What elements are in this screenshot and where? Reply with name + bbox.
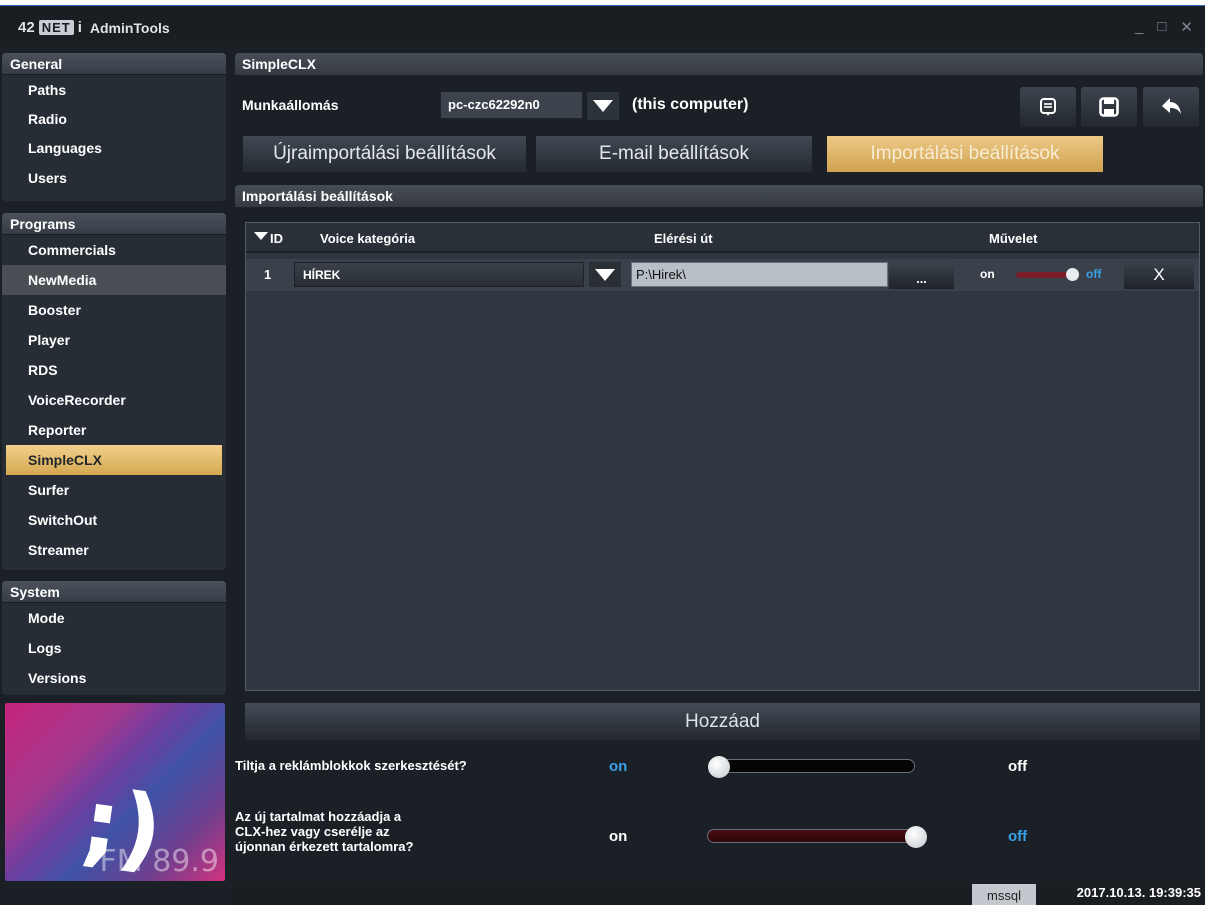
sidebar-item-player[interactable]: Player [2,325,226,355]
sidebar-item-users[interactable]: Users [2,163,226,193]
status-timestamp: 2017.10.13. 19:39:35 [1076,885,1201,900]
toggle-knob[interactable] [1066,268,1079,281]
nav-group-programs: Programs Commercials NewMedia Booster Pl… [2,213,226,570]
column-header-path[interactable]: Elérési út [654,231,713,246]
sidebar-item-commercials[interactable]: Commercials [2,235,226,265]
column-header-action[interactable]: Művelet [989,231,1037,246]
option1-off-label: off [1008,758,1028,775]
row-off-label: off [1086,267,1102,281]
delete-row-button[interactable]: X [1124,261,1194,289]
sidebar-item-streamer[interactable]: Streamer [2,535,226,565]
workstation-select[interactable]: pc-czc62292n0 [440,91,583,119]
sidebar-item-rds[interactable]: RDS [2,355,226,385]
sidebar-item-surfer[interactable]: Surfer [2,475,226,505]
chevron-down-icon [593,100,613,112]
sort-down-icon[interactable] [254,232,268,240]
close-icon[interactable]: ✕ [1180,18,1193,36]
notes-icon [1040,98,1056,116]
logo-number: 42 [18,19,35,36]
workstation-dropdown-button[interactable] [587,92,619,120]
option2-off-label: off [1008,828,1028,845]
nav-group-title: System [2,581,226,603]
station-logo-image: ;) FM 89.9 [5,703,225,881]
nav-group-title: Programs [2,213,226,235]
option1-toggle[interactable] [708,756,915,778]
minimize-icon[interactable]: _ [1135,18,1143,36]
sidebar-item-paths[interactable]: Paths [2,75,226,104]
workstation-label: Munkaállomás [242,97,339,113]
table-row: 1 HÍREK P:\Hirek\ ... on off X [246,259,1199,291]
database-badge: mssql [972,884,1036,905]
option1-on-label: on [609,758,628,775]
option-label-block-editing: Tiltja a reklámblokkok szerkesztését? [235,758,467,773]
option2-on-label: on [609,828,628,845]
chevron-down-icon [595,268,615,281]
column-header-voice[interactable]: Voice kategória [320,231,415,246]
logo-net: NET [38,20,74,35]
sidebar-item-versions[interactable]: Versions [2,663,226,693]
app-logo: 42 NET i AdminTools [18,19,170,36]
app-window: 42 NET i AdminTools _ □ ✕ General Paths … [0,5,1205,905]
nav-group-system: System Mode Logs Versions [2,581,226,695]
nav-group-title: General [2,53,226,75]
add-button[interactable]: Hozzáad [245,703,1200,740]
sidebar-item-switchout[interactable]: SwitchOut [2,505,226,535]
station-frequency: FM 89.9 [99,844,219,879]
app-title: AdminTools [89,19,170,36]
save-button[interactable] [1081,87,1137,127]
workstation-note: (this computer) [632,96,749,113]
column-header-id[interactable]: ID [270,231,283,246]
title-bar: 42 NET i AdminTools _ □ ✕ [0,6,1205,46]
sidebar-item-newmedia[interactable]: NewMedia [2,265,226,295]
option2-toggle[interactable] [707,826,927,848]
browse-button[interactable]: ... [889,262,954,289]
voice-category-dropdown-button[interactable] [589,262,621,287]
row-toggle[interactable] [1016,268,1079,281]
sidebar-item-languages[interactable]: Languages [2,133,226,163]
window-controls: _ □ ✕ [1135,18,1193,36]
sidebar: General Paths Radio Languages Users Prog… [0,53,230,905]
sidebar-item-reporter[interactable]: Reporter [2,415,226,445]
sidebar-item-logs[interactable]: Logs [2,633,226,663]
back-button[interactable] [1143,87,1199,127]
row-on-label: on [980,267,995,281]
logo-i: i [77,19,82,36]
sidebar-item-radio[interactable]: Radio [2,104,226,133]
section-title: Importálási beállítások [235,185,1203,207]
table-header: ID Voice kategória Elérési út Művelet [246,223,1199,253]
row-id: 1 [264,267,272,282]
voice-category-select[interactable]: HÍREK [294,262,584,287]
option-label-replace-content: Az új tartalmat hozzáadja a CLX-hez vagy… [235,809,414,854]
import-table: ID Voice kategória Elérési út Művelet 1 … [245,222,1200,691]
sidebar-item-mode[interactable]: Mode [2,603,226,633]
save-icon [1099,97,1119,117]
tab-import-settings[interactable]: Importálási beállítások [827,136,1103,172]
maximize-icon[interactable]: □ [1157,18,1166,36]
sidebar-item-booster[interactable]: Booster [2,295,226,325]
tab-email-settings[interactable]: E-mail beállítások [536,136,812,172]
page-title: SimpleCLX [235,53,1203,75]
nav-group-general: General Paths Radio Languages Users [2,53,226,201]
toggle-knob[interactable] [905,826,927,848]
sidebar-item-voicerecorder[interactable]: VoiceRecorder [2,385,226,415]
sidebar-item-simpleclx[interactable]: SimpleCLX [6,445,222,475]
back-icon [1162,98,1181,114]
status-bar: mssql 2017.10.13. 19:39:35 [232,881,1205,905]
notes-button[interactable] [1020,87,1076,127]
toggle-knob[interactable] [708,756,730,778]
tab-reimport-settings[interactable]: Újraimportálási beállítások [243,136,526,172]
path-input[interactable]: P:\Hirek\ [631,262,888,287]
